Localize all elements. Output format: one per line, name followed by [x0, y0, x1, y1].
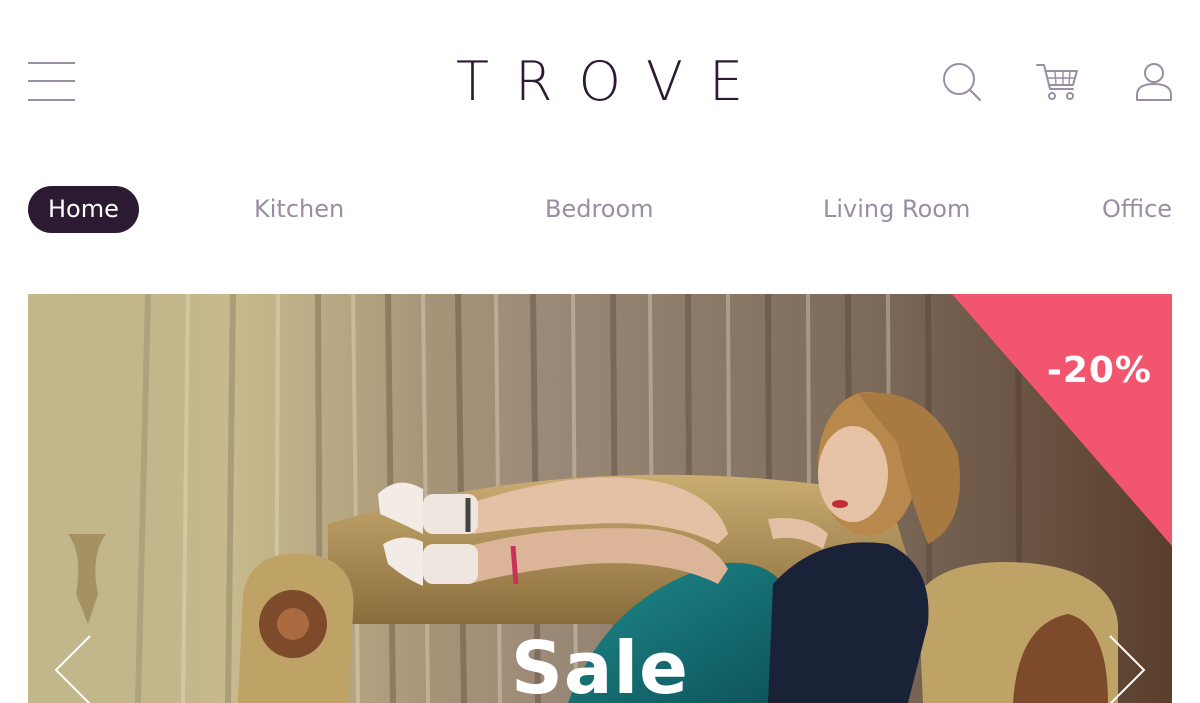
- nav-item-kitchen[interactable]: Kitchen: [254, 186, 344, 233]
- app: TROVE Home Kitchen Bedroom Living Room O…: [0, 0, 1200, 703]
- nav-item-home[interactable]: Home: [28, 186, 139, 233]
- carousel-prev-button[interactable]: [54, 634, 94, 703]
- menu-icon-line: [28, 99, 75, 101]
- cart-button[interactable]: [1035, 60, 1079, 104]
- account-button[interactable]: [1134, 60, 1178, 104]
- menu-button[interactable]: [28, 62, 76, 102]
- hero-title: Sale: [511, 626, 689, 703]
- nav-item-office[interactable]: Office: [1102, 186, 1172, 233]
- header: TROVE: [0, 0, 1200, 160]
- hero-banner[interactable]: -20% Sale: [28, 294, 1172, 703]
- discount-badge: -20%: [1046, 350, 1152, 391]
- user-icon: [1136, 63, 1172, 101]
- menu-icon-line: [28, 62, 75, 64]
- search-button[interactable]: [940, 60, 984, 104]
- chevron-right-icon: [1109, 635, 1146, 703]
- chevron-left-icon: [54, 635, 91, 703]
- nav-item-living-room[interactable]: Living Room: [823, 186, 970, 233]
- discount-ribbon: [952, 294, 1172, 546]
- nav-item-bedroom[interactable]: Bedroom: [545, 186, 654, 233]
- menu-icon-line: [28, 80, 75, 82]
- carousel-next-button[interactable]: [1106, 634, 1146, 703]
- category-nav: Home Kitchen Bedroom Living Room Office: [0, 186, 1200, 234]
- search-icon: [943, 63, 982, 102]
- cart-icon: [1036, 64, 1078, 100]
- brand-logo[interactable]: TROVE: [456, 52, 746, 112]
